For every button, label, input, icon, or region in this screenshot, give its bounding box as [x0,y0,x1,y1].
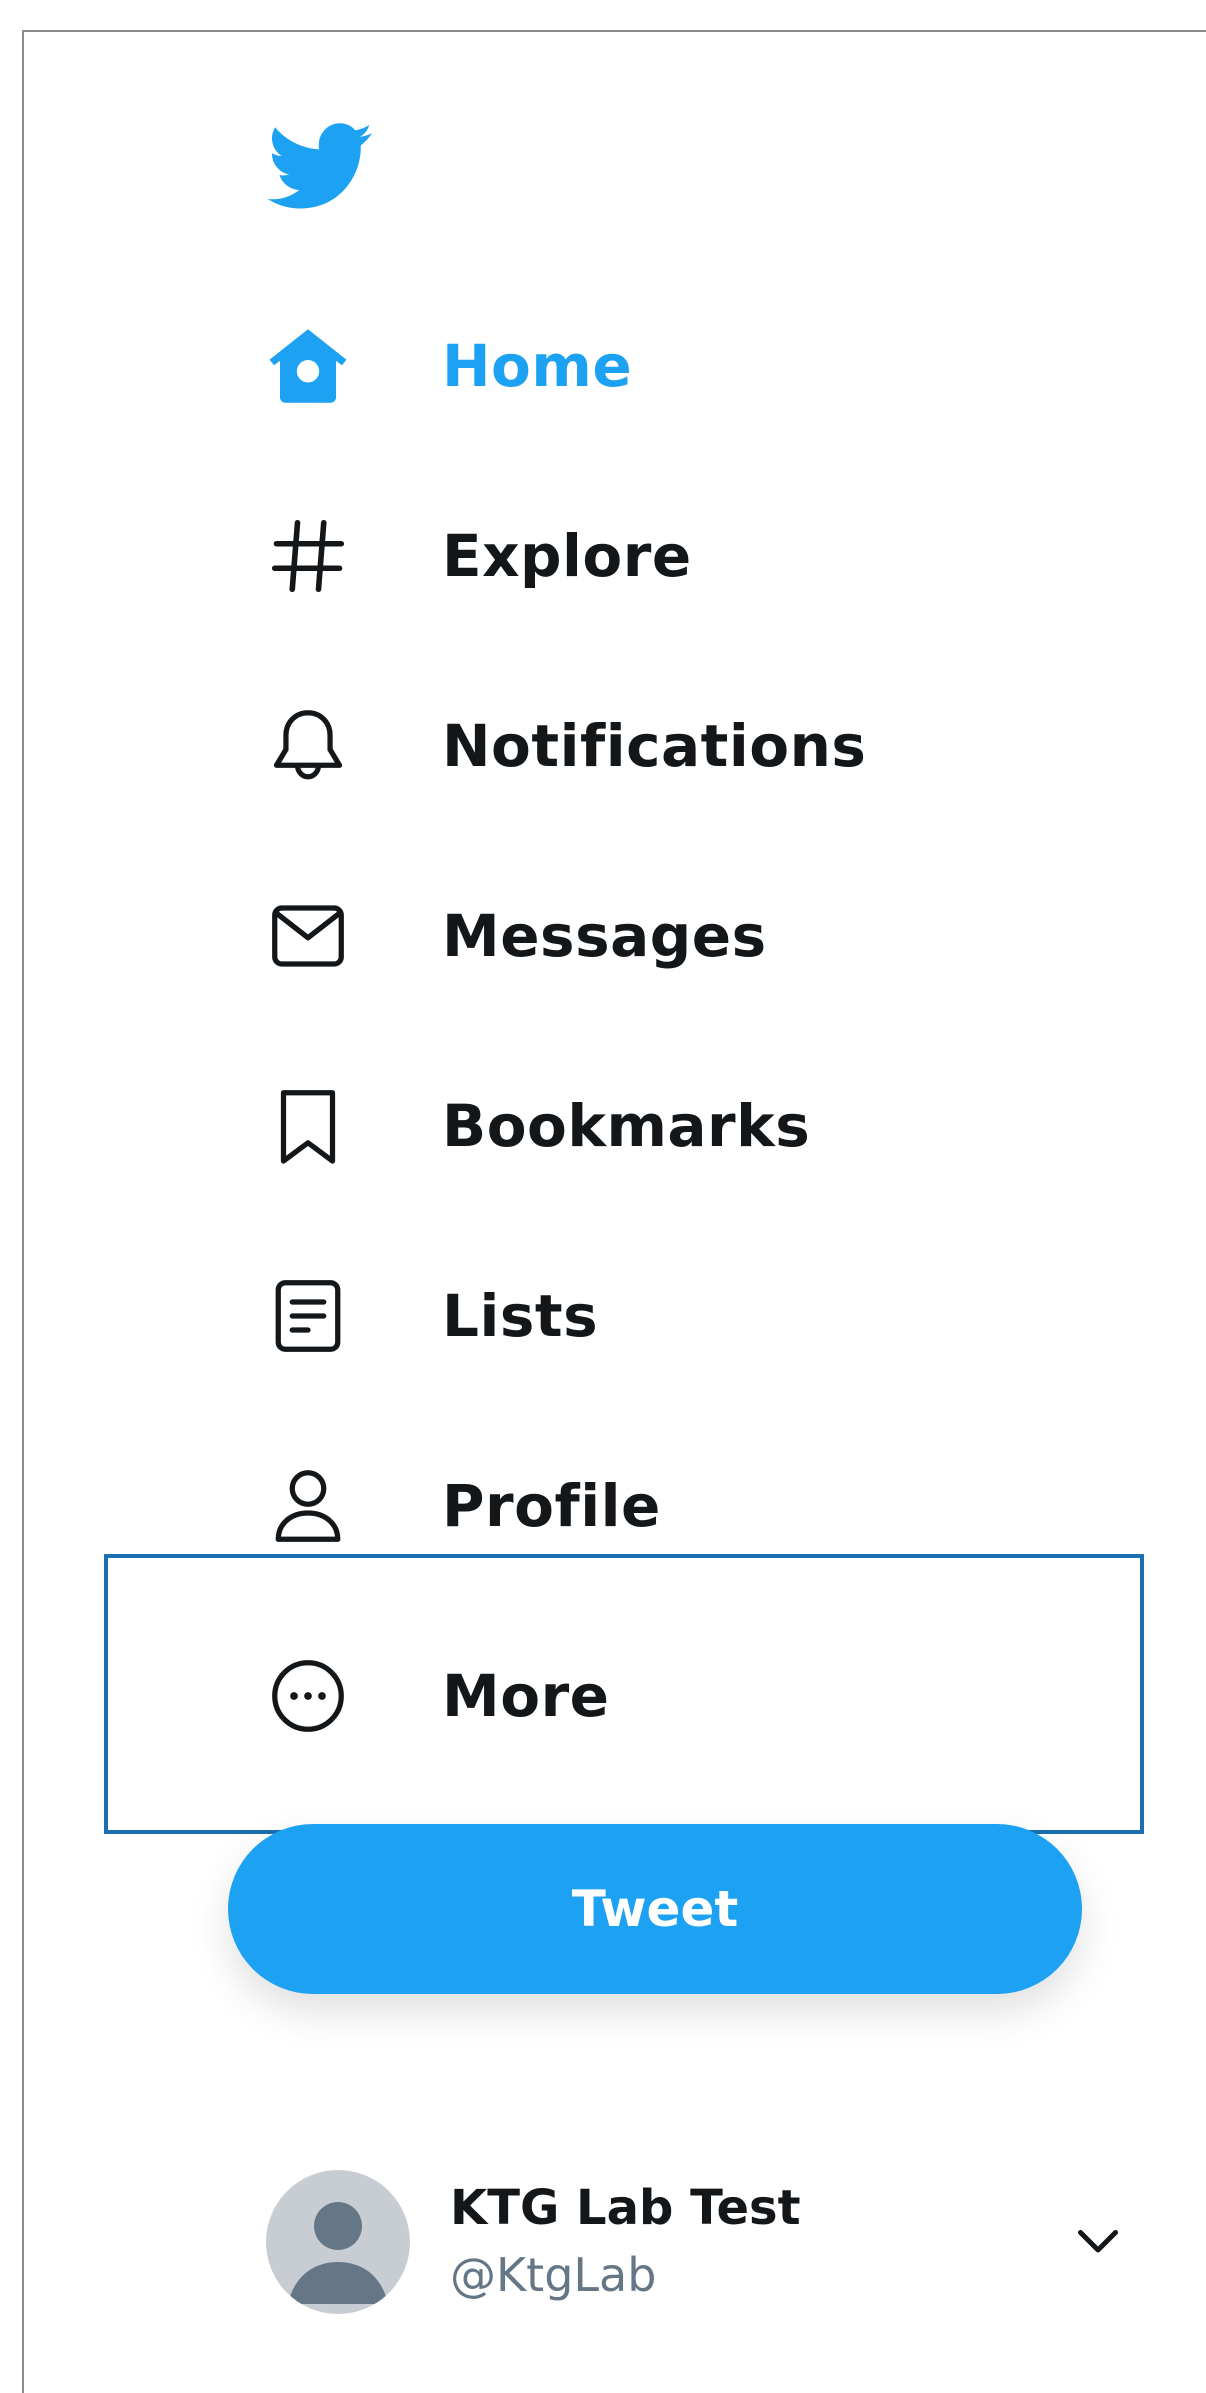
home-icon [266,316,366,416]
nav-item-home[interactable]: Home [230,296,1130,436]
nav-label-notifications: Notifications [442,712,867,780]
nav-label-home: Home [442,332,633,400]
nav-label-bookmarks: Bookmarks [442,1092,811,1160]
nav-item-lists[interactable]: Lists [230,1246,1130,1386]
list-icon [266,1266,366,1366]
hashtag-icon [266,506,366,606]
person-icon [266,1456,366,1556]
selection-highlight-box [104,1554,1144,1834]
chevron-down-icon[interactable] [1068,2210,1128,2270]
nav-label-lists: Lists [442,1282,599,1350]
nav-item-bookmarks[interactable]: Bookmarks [230,1056,1130,1196]
account-switcher[interactable]: KTG Lab Test @KtgLab [228,2140,1158,2320]
default-avatar-icon [266,2170,410,2314]
nav-item-messages[interactable]: Messages [230,866,1130,1006]
account-handle: @KtgLab [450,2248,657,2302]
envelope-icon [266,886,366,986]
bookmark-icon [266,1076,366,1176]
nav-item-notifications[interactable]: Notifications [230,676,1130,816]
nav-label-explore: Explore [442,522,692,590]
account-name: KTG Lab Test [450,2180,801,2236]
tweet-button[interactable]: Tweet [228,1824,1082,1994]
bell-icon [266,696,366,796]
twitter-bird-icon[interactable] [267,122,374,212]
nav-item-explore[interactable]: Explore [230,486,1130,626]
nav-label-messages: Messages [442,902,767,970]
